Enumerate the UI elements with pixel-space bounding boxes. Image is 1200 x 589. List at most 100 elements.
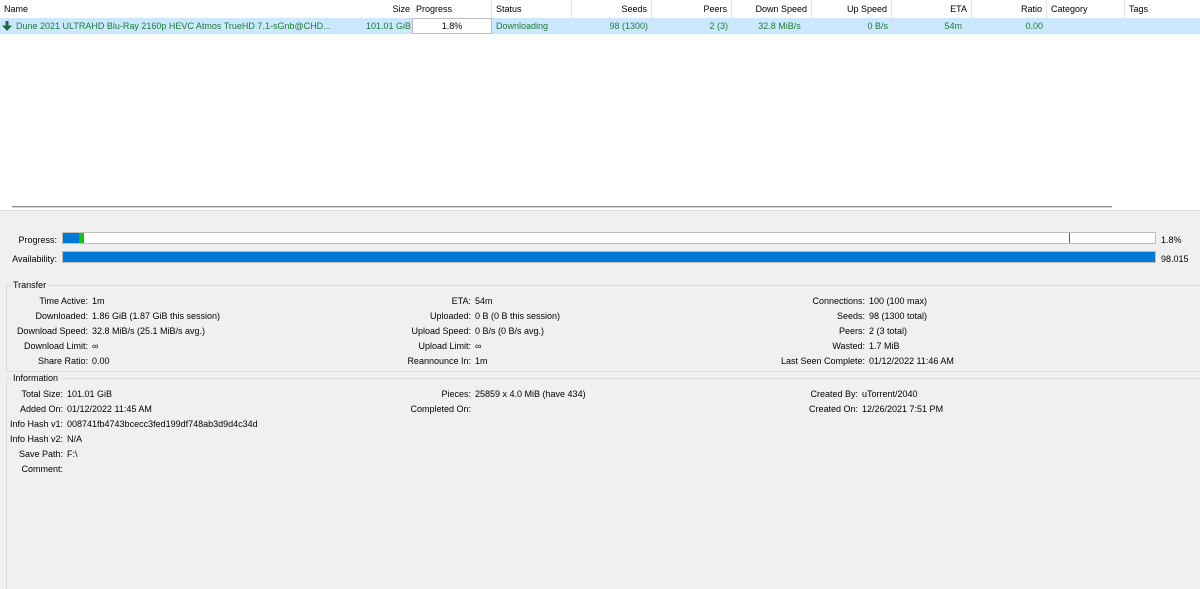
peers-label: Peers: [838, 326, 865, 336]
connections-value: 100 (100 max) [869, 296, 928, 306]
seeds-value: 98 (1300 total) [869, 311, 928, 321]
upload-speed-value: 0 B/s (0 B/s avg.) [475, 326, 545, 336]
column-eta-label: ETA [950, 4, 967, 14]
eta-row: ETA: 54m [401, 295, 493, 307]
added-on-label: Added On: [19, 404, 63, 414]
information-title: Information [11, 373, 61, 383]
transfer-group: Transfer Time Active: 1m Downloaded: 1.86 … [6, 280, 1200, 372]
time-active-value: 1m [92, 296, 105, 306]
download-limit-value: ∞ [92, 341, 99, 351]
added-on-row: Added On: 01/12/2022 11:45 AM [1, 403, 152, 415]
availability-bar [62, 251, 1156, 263]
download-arrow-icon [2, 21, 12, 31]
column-header-down-speed[interactable]: Down Speed [732, 0, 812, 18]
column-peers-label: Peers [703, 4, 727, 14]
torrent-status: Downloading [496, 21, 549, 31]
wasted-row: Wasted: 1.7 MiB [771, 340, 900, 352]
info-hash-v1-row: Info Hash v1: 008741fb4743bcecc3fed199df7… [1, 418, 258, 430]
column-ratio-label: Ratio [1020, 4, 1042, 14]
created-by-value: uTorrent/2040 [862, 389, 918, 399]
torrent-name: Dune 2021 ULTRAHD Blu-Ray 2160p HEVC Atm… [16, 21, 331, 31]
column-header-up-speed[interactable]: Up Speed [812, 0, 892, 18]
uploaded-label: Uploaded: [429, 311, 471, 321]
column-header-tags[interactable]: Tags [1125, 0, 1200, 18]
info-hash-v2-value: N/A [67, 434, 83, 444]
torrent-ratio: 0.00 [1025, 21, 1043, 31]
total-size-label: Total Size: [21, 389, 63, 399]
eta-value: 54m [475, 296, 493, 306]
column-header-name[interactable]: Name [0, 0, 414, 18]
share-ratio-row: Share Ratio: 0.00 [1, 355, 110, 367]
upload-speed-label: Upload Speed: [411, 326, 471, 336]
save-path-value: F:\ [67, 449, 78, 459]
availability-label: Availability: [12, 254, 57, 264]
column-down-speed-label: Down Speed [755, 4, 807, 14]
last-seen-row: Last Seen Complete: 01/12/2022 11:46 AM [771, 355, 954, 367]
download-speed-row: Download Speed: 32.8 MiB/s (25.1 MiB/s av… [1, 325, 205, 337]
upload-limit-value: ∞ [475, 341, 482, 351]
panel-splitter[interactable] [0, 202, 1200, 211]
upload-limit-row: Upload Limit: ∞ [401, 340, 481, 352]
peers-row: Peers: 2 (3 total) [771, 325, 907, 337]
completed-on-label: Completed On: [410, 404, 471, 414]
column-size-label: Size [392, 4, 410, 14]
time-active-row: Time Active: 1m [1, 295, 105, 307]
column-header-ratio[interactable]: Ratio [972, 0, 1047, 18]
column-name-label: Name [4, 4, 29, 14]
details-panel: Progress: 1.8% Availability: 98.015 Tran… [0, 211, 1200, 589]
column-header-size[interactable]: Size [362, 0, 414, 18]
reannounce-label: Reannounce In: [407, 356, 471, 366]
column-header-progress[interactable]: Progress [412, 0, 492, 18]
splitter-handle[interactable] [12, 206, 1112, 208]
column-tags-label: Tags [1129, 4, 1149, 14]
column-header-category[interactable]: Category [1047, 0, 1125, 18]
progress-value: 1.8% [1161, 235, 1182, 245]
save-path-label: Save Path: [18, 449, 63, 459]
comment-label: Comment: [21, 464, 63, 474]
pieces-label: Pieces: [441, 389, 471, 399]
created-on-label: Created On: [808, 404, 858, 414]
downloaded-value: 1.86 GiB (1.87 GiB this session) [92, 311, 221, 321]
download-speed-label: Download Speed: [16, 326, 88, 336]
downloaded-label: Downloaded: [35, 311, 88, 321]
column-header-peers[interactable]: Peers [652, 0, 732, 18]
column-header-eta[interactable]: ETA [892, 0, 972, 18]
torrent-category [1047, 18, 1125, 34]
table-row[interactable]: Dune 2021 ULTRAHD Blu-Ray 2160p HEVC Atm… [0, 18, 1200, 34]
reannounce-value: 1m [475, 356, 488, 366]
piece-progress-bar [62, 232, 1156, 244]
torrent-seeds: 98 (1300) [609, 21, 648, 31]
info-hash-v1-value: 008741fb4743bcecc3fed199df748ab3d9d4c34d [67, 419, 258, 429]
download-speed-value: 32.8 MiB/s (25.1 MiB/s avg.) [92, 326, 206, 336]
total-size-value: 101.01 GiB [67, 389, 113, 399]
created-by-row: Created By: uTorrent/2040 [771, 388, 918, 400]
pieces-value: 25859 x 4.0 MiB (have 434) [475, 389, 586, 399]
connections-label: Connections: [812, 296, 865, 306]
wasted-label: Wasted: [832, 341, 865, 351]
completed-on-row: Completed On: [401, 403, 475, 415]
seeds-label: Seeds: [836, 311, 865, 321]
created-on-row: Created On: 12/26/2021 7:51 PM [771, 403, 943, 415]
downloaded-row: Downloaded: 1.86 GiB (1.87 GiB this sessi… [1, 310, 220, 322]
sort-ascending-icon: ^ [161, 0, 166, 5]
download-limit-label: Download Limit: [23, 341, 88, 351]
created-on-value: 12/26/2021 7:51 PM [862, 404, 944, 414]
column-header-status[interactable]: Status [492, 0, 572, 18]
added-on-value: 01/12/2022 11:45 AM [67, 404, 152, 414]
created-by-label: Created By: [810, 389, 858, 399]
wasted-value: 1.7 MiB [869, 341, 900, 351]
torrent-size: 101.01 GiB [366, 21, 412, 31]
column-progress-label: Progress [416, 4, 453, 14]
torrent-progress: 1.8% [412, 18, 492, 34]
availability-value: 98.015 [1161, 254, 1189, 264]
share-ratio-value: 0.00 [92, 356, 110, 366]
torrent-table-header: Name ^ Size Progress Status Seeds Peers … [0, 0, 1200, 19]
progress-fill-green [79, 233, 84, 243]
connections-row: Connections: 100 (100 max) [771, 295, 927, 307]
column-status-label: Status [496, 4, 522, 14]
column-header-seeds[interactable]: Seeds [572, 0, 652, 18]
info-hash-v2-label: Info Hash v2: [9, 434, 63, 444]
last-seen-label: Last Seen Complete: [780, 356, 865, 366]
total-size-row: Total Size: 101.01 GiB [1, 388, 112, 400]
peers-value: 2 (3 total) [869, 326, 908, 336]
